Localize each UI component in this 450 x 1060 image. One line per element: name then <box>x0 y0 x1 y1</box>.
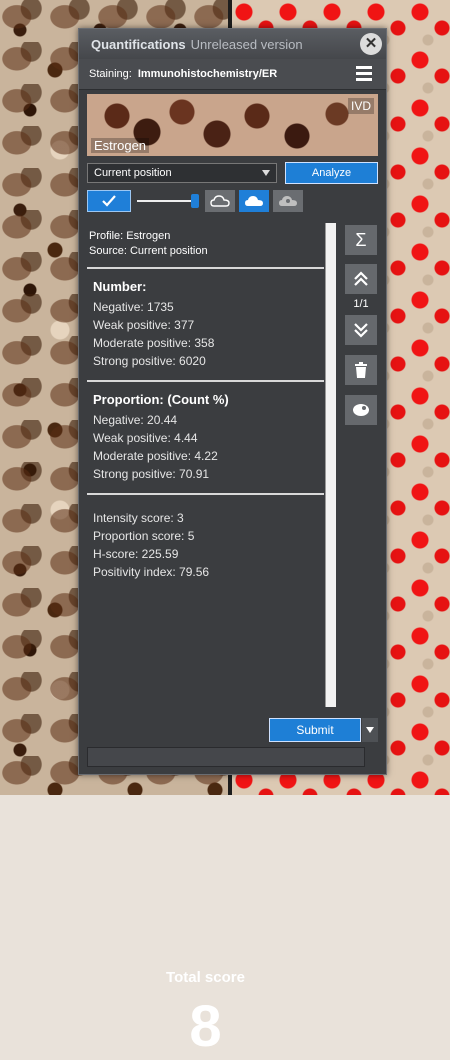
proportion-strong: Strong positive: 70.91 <box>93 467 210 481</box>
divider <box>87 267 324 269</box>
number-weak: Weak positive: 377 <box>93 318 195 332</box>
opacity-slider[interactable] <box>137 190 199 212</box>
close-button[interactable]: ✕ <box>360 33 382 55</box>
divider <box>87 493 324 495</box>
number-moderate: Moderate positive: 358 <box>93 336 215 350</box>
number-strong: Strong positive: 6020 <box>93 354 206 368</box>
number-title: Number: <box>93 279 147 294</box>
status-bar <box>87 747 365 767</box>
filled-cloud-button[interactable] <box>239 190 269 212</box>
shaded-cloud-icon <box>279 196 297 206</box>
proportion-weak: Weak positive: 4.44 <box>93 431 198 445</box>
proportion-score: Proportion score: 5 <box>93 529 195 543</box>
cell-detect-button[interactable] <box>345 395 377 425</box>
profile-info: Profile: Estrogen Source: Current positi… <box>87 225 324 263</box>
next-button[interactable] <box>345 315 377 345</box>
checkmark-icon <box>102 195 116 207</box>
thumbnail-caption: Estrogen <box>91 138 150 153</box>
sigma-icon: Σ <box>355 229 367 250</box>
h-score: H-score: 225.59 <box>93 547 179 561</box>
outline-cloud-icon <box>210 195 230 207</box>
proportion-moderate: Moderate positive: 4.22 <box>93 449 218 463</box>
previous-button[interactable] <box>345 264 377 294</box>
slider-track <box>137 200 193 202</box>
hamburger-menu-icon[interactable] <box>356 63 372 84</box>
proportion-title: Proportion: (Count %) <box>93 392 229 407</box>
divider <box>87 380 324 382</box>
chevron-down-icon <box>366 727 374 733</box>
number-section: Number: Negative: 1735 Weak positive: 37… <box>87 273 324 370</box>
ivd-badge: IVD <box>347 98 374 114</box>
source-line: Source: Current position <box>89 245 208 257</box>
cell-icon <box>353 404 369 416</box>
shaded-cloud-button[interactable] <box>273 190 303 212</box>
positivity-index: Positivity index: 79.56 <box>93 565 210 579</box>
submit-dropdown-button[interactable] <box>362 718 378 742</box>
double-chevron-up-icon <box>354 271 368 286</box>
sum-button[interactable]: Σ <box>345 225 377 255</box>
trash-icon <box>355 362 367 378</box>
delete-button[interactable] <box>345 355 377 385</box>
panel-title: Quantifications <box>91 36 186 52</box>
proportion-negative: Negative: 20.44 <box>93 413 178 427</box>
quantifications-panel: Quantifications Unreleased version ✕ Sta… <box>78 28 387 1059</box>
chevron-down-icon <box>262 170 270 176</box>
stain-thumbnail: IVD Estrogen <box>87 94 378 156</box>
results-area: Profile: Estrogen Source: Current positi… <box>87 225 324 1059</box>
number-negative: Negative: 1735 <box>93 300 174 314</box>
panel-titlebar[interactable]: Quantifications Unreleased version ✕ <box>79 29 386 59</box>
analyze-button[interactable]: Analyze <box>285 162 378 184</box>
overlay-checkbox[interactable] <box>87 190 131 212</box>
position-select-value: Current position <box>94 167 172 179</box>
outline-cloud-button[interactable] <box>205 190 235 212</box>
total-score-label: Total score <box>166 969 245 986</box>
staining-row: Staining: Immunohistochemistry/ER <box>79 59 386 90</box>
panel-subtitle: Unreleased version <box>190 36 303 52</box>
proportion-section: Proportion: (Count %) Negative: 20.44 We… <box>87 386 324 483</box>
double-chevron-down-icon <box>354 323 368 338</box>
slider-knob[interactable] <box>191 194 199 208</box>
scores-section: Intensity score: 3 Proportion score: 5 H… <box>87 499 324 581</box>
position-select[interactable]: Current position <box>87 163 277 183</box>
staining-value: Immunohistochemistry/ER <box>137 68 278 80</box>
results-scrollbar[interactable] <box>325 223 336 707</box>
total-score-value: 8 <box>189 994 222 1059</box>
intensity-score: Intensity score: 3 <box>93 511 184 525</box>
profile-line: Profile: Estrogen <box>89 230 171 242</box>
staining-label: Staining: <box>89 68 132 80</box>
filled-cloud-icon <box>245 196 263 206</box>
page-indicator: 1/1 <box>353 298 369 310</box>
submit-button[interactable]: Submit <box>269 718 361 742</box>
